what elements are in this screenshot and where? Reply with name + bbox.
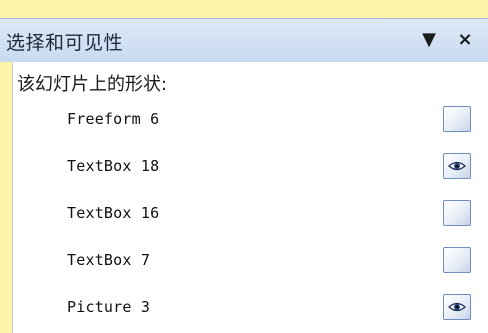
shapes-on-slide-label: 该幻灯片上的形状: (17, 74, 168, 95)
visibility-toggle-button[interactable] (443, 294, 471, 320)
visibility-toggle-button[interactable] (443, 200, 471, 226)
shape-name[interactable]: Picture 3 (67, 298, 150, 316)
shape-name[interactable]: Freeform 6 (67, 110, 159, 128)
pane-title: 选择和可见性 (6, 32, 124, 54)
eye-icon (448, 302, 466, 312)
eye-icon (448, 161, 466, 171)
shapes-list: Freeform 6 TextBox 18 TextBox 16 TextBox… (13, 98, 488, 333)
list-item[interactable]: TextBox 18 (13, 145, 488, 192)
pane-options-dropdown-icon[interactable]: ▼ (418, 27, 440, 53)
shape-name[interactable]: TextBox 18 (67, 157, 159, 175)
top-strip (0, 0, 488, 18)
shape-name[interactable]: TextBox 16 (67, 204, 159, 222)
shapes-list-panel: 该幻灯片上的形状: Freeform 6 TextBox 18 TextBox … (12, 62, 488, 333)
visibility-toggle-button[interactable] (443, 247, 471, 273)
list-item[interactable]: Freeform 6 (13, 98, 488, 145)
list-item[interactable]: Picture 3 (13, 286, 488, 333)
close-pane-icon[interactable]: × (454, 27, 476, 53)
visibility-toggle-button[interactable] (443, 153, 471, 179)
visibility-toggle-button[interactable] (443, 106, 471, 132)
list-item[interactable]: TextBox 16 (13, 192, 488, 239)
pane-header: 选择和可见性 ▼ × (0, 18, 488, 62)
shape-name[interactable]: TextBox 7 (67, 251, 150, 269)
list-item[interactable]: TextBox 7 (13, 239, 488, 286)
selection-visibility-pane: 选择和可见性 ▼ × 该幻灯片上的形状: Freeform 6 TextBox … (0, 0, 488, 333)
